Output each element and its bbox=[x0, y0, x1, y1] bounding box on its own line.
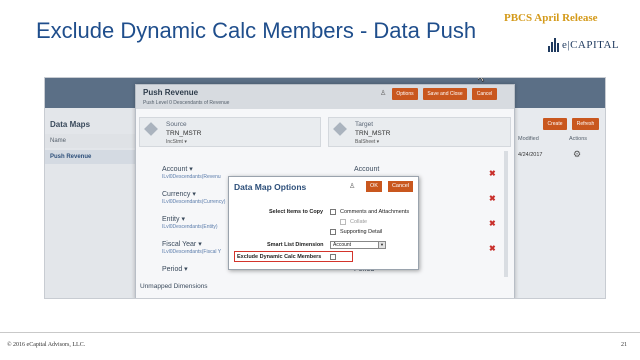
supporting-detail-label: Supporting Detail bbox=[340, 229, 383, 235]
source-app: TRN_MSTR bbox=[166, 130, 202, 137]
source-cube[interactable]: IncStmt ▾ bbox=[166, 139, 187, 145]
release-label: PBCS April Release bbox=[504, 12, 598, 24]
unmapped-dimensions[interactable]: Unmapped Dimensions bbox=[140, 283, 208, 290]
target-cube[interactable]: BalSheet ▾ bbox=[355, 139, 379, 145]
chevron-down-icon: ▼ bbox=[378, 242, 385, 248]
slide-title: Exclude Dynamic Calc Members - Data Push bbox=[36, 18, 477, 43]
footer-copyright: © 2016 eCapital Advisors, LLC. bbox=[7, 342, 86, 348]
cube-icon bbox=[144, 122, 158, 136]
gear-icon[interactable]: ⚙ bbox=[573, 149, 581, 160]
collate-checkbox[interactable] bbox=[340, 219, 346, 225]
modified-date: 4/24/2017 bbox=[518, 152, 543, 158]
data-map-item[interactable]: Push Revenue bbox=[45, 150, 140, 164]
exclude-dynamic-calc-label: Exclude Dynamic Calc Members bbox=[237, 254, 322, 260]
ecapital-logo: e|CAPITAL bbox=[548, 36, 619, 54]
mouse-cursor-icon bbox=[478, 78, 485, 82]
source-header: Source TRN_MSTR IncStmt ▾ bbox=[139, 117, 321, 147]
data-maps-panel: Data Maps Name Push Revenue bbox=[45, 108, 140, 298]
footer-divider bbox=[0, 332, 640, 333]
dialog-cancel-button[interactable]: Cancel bbox=[388, 181, 413, 192]
cancel-button[interactable]: Cancel bbox=[472, 88, 497, 100]
logo-text: e|CAPITAL bbox=[562, 39, 620, 51]
user-icon: ♙ bbox=[380, 90, 387, 97]
remove-icon[interactable]: ✖ bbox=[489, 169, 496, 178]
remove-icon[interactable]: ✖ bbox=[489, 194, 496, 203]
col-modified: Modified bbox=[518, 136, 539, 142]
user-icon: ♙ bbox=[349, 183, 356, 190]
data-maps-col-name: Name bbox=[45, 134, 140, 148]
comments-checkbox[interactable] bbox=[330, 209, 336, 215]
target-dimension: Account bbox=[354, 166, 380, 173]
slide: Exclude Dynamic Calc Members - Data Push… bbox=[0, 0, 640, 360]
push-title: Push Revenue bbox=[143, 88, 199, 97]
ok-button[interactable]: OK bbox=[366, 181, 382, 192]
collate-label: Collate bbox=[350, 219, 368, 225]
push-subtitle: Push Level 0 Descendants of Revenue bbox=[143, 100, 230, 106]
create-button[interactable]: Create bbox=[543, 118, 567, 130]
select-items-label: Select Items to Copy bbox=[269, 209, 324, 215]
remove-icon[interactable]: ✖ bbox=[489, 244, 496, 253]
source-label: Source bbox=[166, 121, 187, 128]
refresh-button[interactable]: Refresh bbox=[572, 118, 599, 130]
cube-icon bbox=[333, 122, 347, 136]
right-panel: Create Refresh Modified Actions 4/24/201… bbox=[515, 108, 605, 298]
target-label: Target bbox=[355, 121, 374, 128]
smart-list-label: Smart List Dimension bbox=[267, 242, 324, 248]
scrollbar[interactable] bbox=[504, 151, 508, 277]
dialog-title: Data Map Options bbox=[234, 182, 307, 192]
smart-list-select[interactable]: Account ▼ bbox=[330, 241, 386, 249]
data-maps-title: Data Maps bbox=[50, 120, 91, 129]
dimension-name[interactable]: Account ▾ bbox=[162, 165, 322, 173]
page-number: 21 bbox=[621, 342, 627, 348]
push-header: Push Revenue Push Level 0 Descendants of… bbox=[136, 85, 514, 109]
target-app: TRN_MSTR bbox=[355, 130, 391, 137]
supporting-detail-checkbox[interactable] bbox=[330, 229, 336, 235]
data-map-options-dialog: Data Map Options ♙ OK Cancel Select Item… bbox=[228, 176, 419, 270]
comments-label: Comments and Attachments bbox=[340, 209, 410, 215]
exclude-dynamic-calc-checkbox[interactable] bbox=[330, 254, 336, 260]
save-and-close-button[interactable]: Save and Close bbox=[423, 88, 467, 100]
remove-icon[interactable]: ✖ bbox=[489, 219, 496, 228]
col-actions: Actions bbox=[569, 136, 588, 142]
options-button[interactable]: Options bbox=[392, 88, 418, 100]
target-header: Target TRN_MSTR BalSheet ▾ bbox=[328, 117, 511, 147]
logo-bars-icon bbox=[548, 38, 559, 52]
